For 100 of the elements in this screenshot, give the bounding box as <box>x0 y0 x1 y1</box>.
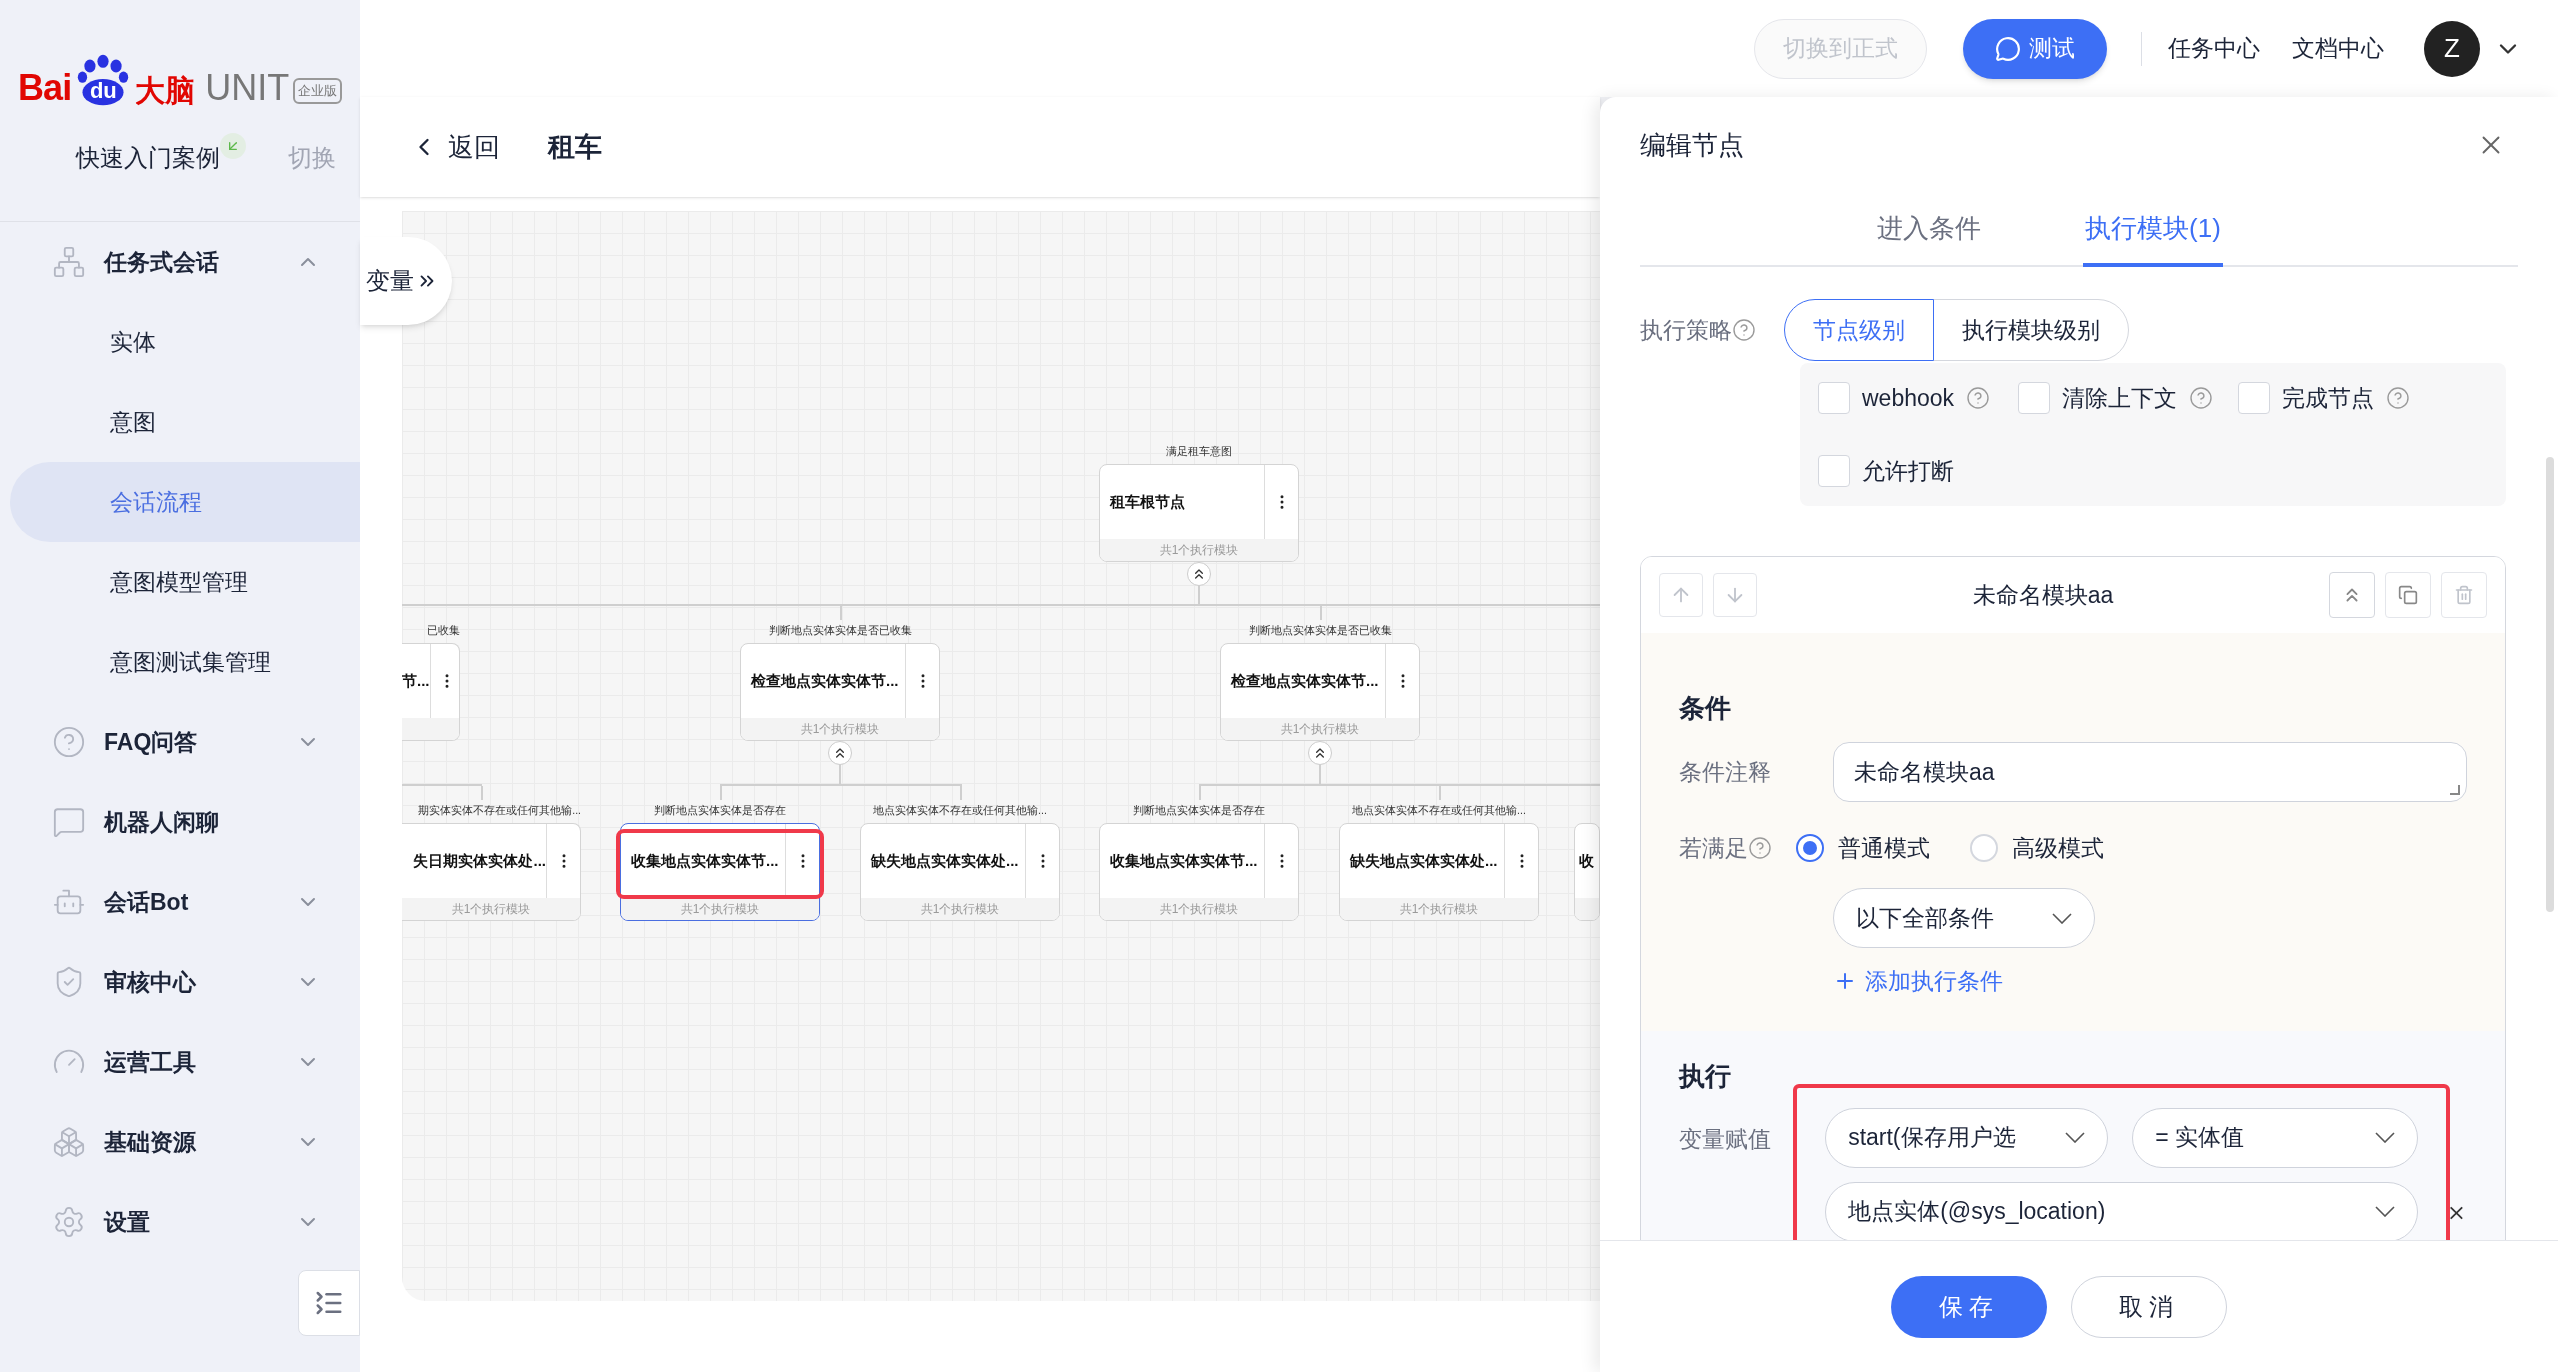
nav-link[interactable]: 任务中心 <box>2168 31 2260 66</box>
scrollbar[interactable] <box>2546 457 2554 912</box>
radio-button[interactable] <box>1796 834 1824 862</box>
checkbox[interactable] <box>2018 382 2050 415</box>
node-footer: 共1个执行模块 <box>621 898 819 920</box>
save-button[interactable]: 保存 <box>1891 1275 2047 1338</box>
product-name: UNIT <box>205 70 290 106</box>
variables-tab[interactable]: 变量 <box>360 237 452 325</box>
node-condition-label: 地点实体实体不存在或任何其他输... <box>1351 803 1527 818</box>
collapse-sidebar-button[interactable] <box>298 1270 360 1336</box>
nav-group[interactable]: 会话Bot <box>0 862 360 942</box>
node-footer: 共1个执行模块 <box>861 898 1059 920</box>
back-link[interactable]: 返回 <box>410 127 500 167</box>
collapse-button[interactable] <box>1308 741 1332 765</box>
nav-group[interactable]: 任务式会话 <box>0 222 360 302</box>
module-title: 未命名模块aa <box>1971 580 2115 610</box>
project-name: 快速入门案例 <box>76 143 220 173</box>
checkbox-label: 允许打断 <box>1862 456 1954 486</box>
add-condition-link[interactable]: 添加执行条件 <box>1833 964 2003 999</box>
node-condition-label: 判断地点实体实体是否存在 <box>653 803 787 818</box>
checkbox-label: 完成节点 <box>2282 384 2374 413</box>
boxes-icon <box>52 1125 86 1159</box>
page-title: 租车 <box>548 130 602 164</box>
field-label: 变量赋值 <box>1679 1124 1772 1154</box>
flow-node[interactable]: 检查地点实体实体节... 共1个执行模块 <box>1220 643 1420 741</box>
flow-node[interactable]: 节... <box>402 643 460 741</box>
help-icon[interactable] <box>1966 386 1991 411</box>
chevron-down-icon <box>2052 912 2072 924</box>
tab[interactable]: 进入条件 <box>1875 193 1984 267</box>
node-condition-label: 判断地点实体实体是否已收集 <box>767 623 913 638</box>
chevron-down-icon <box>2375 1132 2396 1143</box>
test-button[interactable]: 测试 <box>1963 18 2107 79</box>
variable-dropdown[interactable]: start(保存用户选 <box>1825 1107 2109 1168</box>
checkbox-label: webhook <box>1862 384 1955 413</box>
nav-group[interactable]: FAQ问答 <box>0 702 360 782</box>
field-label: 条件注释 <box>1679 757 1772 787</box>
checkbox[interactable] <box>2238 382 2270 415</box>
node-condition-label: 已收集 <box>426 623 460 638</box>
nav-group[interactable]: 机器人闲聊 <box>0 782 360 862</box>
paw-logo: du <box>75 54 132 106</box>
nav-item[interactable]: 实体 <box>10 302 360 382</box>
node-footer: 共1个执行模块 <box>1100 898 1298 920</box>
chevron-down-icon <box>2065 1132 2086 1143</box>
radio-label: 高级模式 <box>2012 833 2104 863</box>
collapse-button[interactable] <box>828 741 852 765</box>
value-dropdown[interactable]: 地点实体(@sys_location) <box>1825 1181 2419 1240</box>
help-icon[interactable] <box>2386 386 2410 411</box>
user-avatar[interactable]: Z <box>2424 20 2480 77</box>
flow-node[interactable]: 租车根节点 共1个执行模块 <box>1099 464 1299 562</box>
nav-link[interactable]: 文档中心 <box>2292 31 2384 66</box>
node-condition-label: 满足租车意图 <box>1165 444 1233 459</box>
node-footer: 共1个执行模块 <box>741 718 939 740</box>
field-label: 若满足 <box>1679 833 1748 863</box>
node-condition-label: 期实体实体不存在或任何其他输... <box>417 803 581 818</box>
note-field[interactable]: 未命名模块aa <box>1833 742 2467 802</box>
checkbox[interactable] <box>1818 454 1850 487</box>
nav-group[interactable]: 基础资源 <box>0 1102 360 1182</box>
section-heading: 执行 <box>1679 1059 1732 1093</box>
flow-node[interactable]: 缺失地点实体实体处... 共1个执行模块 <box>1339 823 1539 921</box>
settings-icon <box>52 1205 86 1239</box>
logo-text: Bai <box>18 70 72 106</box>
flow-node[interactable]: 检查地点实体实体节... 共1个执行模块 <box>740 643 940 741</box>
nav-item[interactable]: 会话流程 <box>10 462 360 542</box>
scope-dropdown[interactable]: 以下全部条件 <box>1833 888 2095 948</box>
section-heading: 条件 <box>1679 692 1732 725</box>
logo-text: 大脑 <box>135 76 196 106</box>
node-condition-label: 判断地点实体实体是否存在 <box>1132 803 1266 818</box>
chat-icon <box>52 805 86 839</box>
checkbox[interactable] <box>1818 382 1850 415</box>
flow-node[interactable]: 失日期实体实体处... 共1个执行模块 <box>402 823 581 921</box>
tab[interactable]: 执行模块(1) <box>2083 193 2223 267</box>
nav-group[interactable]: 运营工具 <box>0 1022 360 1102</box>
trash-icon <box>2454 585 2474 605</box>
copy-icon <box>2398 585 2418 605</box>
flow-node[interactable]: 收集地点实体实体节... 共1个执行模块 <box>620 823 820 921</box>
nav-item[interactable]: 意图测试集管理 <box>10 622 360 702</box>
operator-dropdown[interactable]: = 实体值 <box>2132 1107 2419 1168</box>
flow-node[interactable]: 收 <box>1574 823 1600 921</box>
tree-icon <box>52 245 86 279</box>
collapse-button[interactable] <box>1187 562 1211 586</box>
nav-item[interactable]: 意图 <box>10 382 360 462</box>
flow-node[interactable]: 收集地点实体实体节... 共1个执行模块 <box>1099 823 1299 921</box>
node-condition-label: 判断地点实体实体是否已收集 <box>1247 623 1393 638</box>
shortcut-icon <box>220 133 246 159</box>
chevron-down-icon <box>2375 1206 2396 1217</box>
nav-item[interactable]: 意图模型管理 <box>10 542 360 622</box>
node-footer: 共1个执行模块 <box>1340 898 1538 920</box>
help-icon[interactable] <box>2189 386 2213 411</box>
chat-bubble-icon <box>1995 35 2021 62</box>
checkbox-label: 清除上下文 <box>2062 384 2177 413</box>
nav-group[interactable]: 设置 <box>0 1182 360 1262</box>
flow-node[interactable]: 缺失地点实体实体处... 共1个执行模块 <box>860 823 1060 921</box>
help-icon[interactable] <box>1732 318 1756 342</box>
help-icon[interactable] <box>1748 836 1772 860</box>
nav-group[interactable]: 审核中心 <box>0 942 360 1022</box>
edition-badge: 企业版 <box>293 78 343 104</box>
node-condition-label: 地点实体实体不存在或任何其他输... <box>872 803 1048 818</box>
help-icon <box>52 725 86 759</box>
radio-label: 普通模式 <box>1838 833 1930 863</box>
copy-button[interactable] <box>2385 572 2431 618</box>
